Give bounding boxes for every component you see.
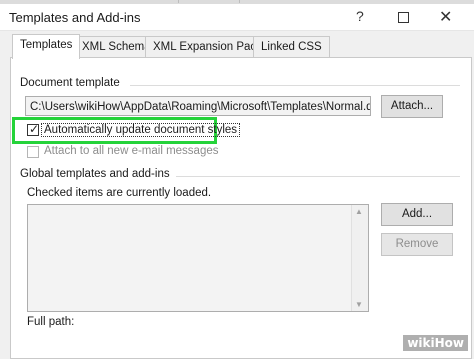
template-path-field[interactable]: C:\Users\wikiHow\AppData\Roaming\Microso… xyxy=(25,96,371,116)
window-title: Templates and Add-ins xyxy=(9,10,141,25)
help-button[interactable]: ? xyxy=(344,4,380,30)
scroll-down-icon[interactable]: ▼ xyxy=(355,300,363,309)
global-templates-label: Global templates and add-ins xyxy=(20,168,170,180)
group-divider xyxy=(176,176,460,177)
full-path-label: Full path: xyxy=(27,316,75,328)
checkmark-icon: ✓ xyxy=(29,122,40,136)
list-scrollbar[interactable]: ▲ ▼ xyxy=(351,205,368,311)
title-bar: Templates and Add-ins ? ✕ xyxy=(0,4,474,31)
group-divider xyxy=(130,85,460,86)
maximize-button[interactable] xyxy=(386,4,422,30)
loaded-items-note: Checked items are currently loaded. xyxy=(27,187,212,199)
close-icon: ✕ xyxy=(439,9,453,26)
tab-templates[interactable]: Templates xyxy=(12,34,81,59)
help-icon: ? xyxy=(356,8,364,24)
remove-button[interactable]: Remove xyxy=(381,233,453,256)
auto-update-label[interactable]: Automatically update document styles xyxy=(41,123,241,137)
document-template-label: Document template xyxy=(20,77,120,89)
auto-update-checkbox[interactable]: ✓ xyxy=(27,122,40,136)
attach-button[interactable]: Attach... xyxy=(381,95,443,118)
watermark-logo: wikiHow xyxy=(403,335,468,351)
scroll-up-icon[interactable]: ▲ xyxy=(355,207,363,216)
global-templates-list[interactable]: ▲ ▼ xyxy=(27,204,369,312)
tab-linked-css[interactable]: Linked CSS xyxy=(253,36,330,58)
attach-email-checkbox[interactable] xyxy=(27,146,39,158)
attach-email-label: Attach to all new e-mail messages xyxy=(44,145,219,157)
close-button[interactable]: ✕ xyxy=(428,4,464,30)
add-button[interactable]: Add... xyxy=(381,203,453,226)
maximize-icon xyxy=(398,12,409,23)
